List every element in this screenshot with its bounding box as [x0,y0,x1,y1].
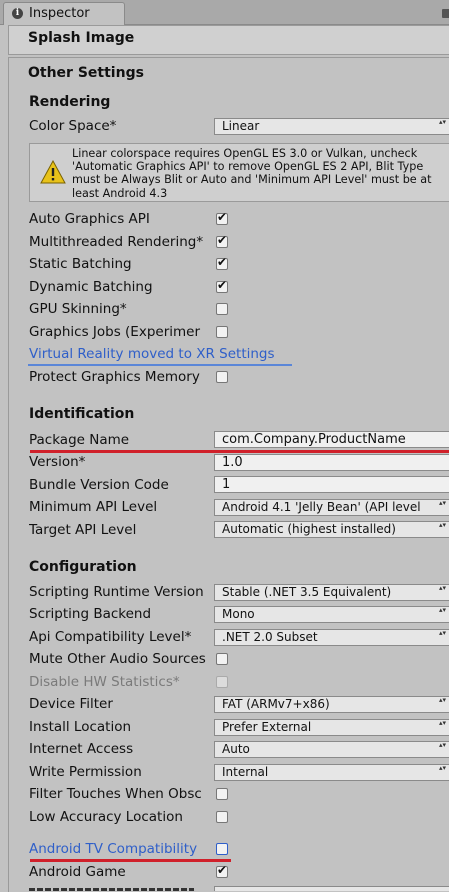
other-settings-title[interactable]: Other Settings [28,65,144,81]
protect-graphics-memory-checkbox[interactable] [216,371,228,383]
package-name-highlight [30,450,449,453]
scripting-backend-dropdown[interactable]: Mono [214,606,449,623]
color-space-label: Color Space* [29,118,117,134]
color-space-dropdown[interactable]: Linear [214,118,449,135]
minimum-api-level-label: Minimum API Level [29,499,158,515]
lock-icon[interactable] [442,9,449,18]
internet-access-label: Internet Access [29,741,134,757]
info-icon: i [12,8,23,19]
auto-graphics-api-checkbox[interactable] [216,210,228,225]
cut-off-row-dropdown[interactable] [214,886,449,891]
android-game-label: Android Game [29,864,126,880]
gpu-skinning-label: GPU Skinning* [29,301,127,317]
graphics-jobs-checkbox[interactable] [216,326,228,338]
android-tv-compatibility-checkbox[interactable] [216,843,228,855]
disable-hw-statistics-label: Disable HW Statistics* [29,674,180,690]
scripting-backend-label: Scripting Backend [29,606,152,622]
android-tv-highlight [30,859,231,862]
graphics-jobs-label: Graphics Jobs (Experimer [29,324,201,340]
inspector-tab[interactable]: i Inspector [3,2,125,25]
scripting-runtime-label: Scripting Runtime Version [29,584,204,600]
configuration-heading: Configuration [29,559,137,575]
filter-touches-checkbox[interactable] [216,788,228,800]
internet-access-dropdown[interactable]: Auto [214,741,449,758]
protect-graphics-memory-label: Protect Graphics Memory [29,369,200,385]
gpu-skinning-checkbox[interactable] [216,303,228,315]
version-field[interactable]: 1.0 [214,454,449,471]
dynamic-batching-checkbox[interactable] [216,278,228,293]
splash-image-title: Splash Image [28,30,135,46]
rendering-heading: Rendering [29,94,111,110]
inspector-tab-label: Inspector [29,6,90,21]
filter-touches-label: Filter Touches When Obsc [29,786,202,802]
vr-link-underline [28,364,292,366]
minimum-api-level-dropdown[interactable]: Android 4.1 'Jelly Bean' (API level [214,499,449,516]
multithreaded-rendering-label: Multithreaded Rendering* [29,234,204,250]
low-accuracy-location-checkbox[interactable] [216,811,228,823]
device-filter-label: Device Filter [29,696,113,712]
linear-colorspace-warning: Linear colorspace requires OpenGL ES 3.0… [29,143,449,202]
write-permission-label: Write Permission [29,764,142,780]
bundle-version-code-field[interactable]: 1 [214,476,449,493]
scripting-runtime-dropdown[interactable]: Stable (.NET 3.5 Equivalent) [214,584,449,601]
api-compatibility-label: Api Compatibility Level* [29,629,192,645]
write-permission-dropdown[interactable]: Internal [214,764,449,781]
vr-settings-link[interactable]: Virtual Reality moved to XR Settings [29,346,275,362]
android-game-checkbox[interactable] [216,863,228,878]
auto-graphics-api-label: Auto Graphics API [29,211,150,227]
target-api-level-label: Target API Level [29,522,137,538]
warning-icon [40,160,66,184]
mute-audio-checkbox[interactable] [216,653,228,665]
install-location-label: Install Location [29,719,132,735]
install-location-dropdown[interactable]: Prefer External [214,719,449,736]
identification-heading: Identification [29,406,135,422]
dynamic-batching-label: Dynamic Batching [29,279,153,295]
low-accuracy-location-label: Low Accuracy Location [29,809,183,825]
bundle-version-code-label: Bundle Version Code [29,477,169,493]
api-compatibility-dropdown[interactable]: .NET 2.0 Subset [214,629,449,646]
static-batching-checkbox[interactable] [216,255,228,270]
android-tv-compatibility-label: Android TV Compatibility [29,841,198,857]
mute-audio-label: Mute Other Audio Sources [29,651,206,667]
multithreaded-rendering-checkbox[interactable] [216,233,228,248]
inspector-tab-bar: i Inspector [0,0,449,25]
device-filter-dropdown[interactable]: FAT (ARMv7+x86) [214,696,449,713]
package-name-field[interactable]: com.Company.ProductName [214,431,449,448]
warning-text: Linear colorspace requires OpenGL ES 3.0… [72,147,432,200]
disable-hw-statistics-checkbox [216,676,228,688]
version-label: Version* [29,454,86,470]
package-name-label: Package Name [29,432,130,448]
cut-off-row-label [29,886,199,891]
static-batching-label: Static Batching [29,256,132,272]
target-api-level-dropdown[interactable]: Automatic (highest installed) [214,521,449,538]
